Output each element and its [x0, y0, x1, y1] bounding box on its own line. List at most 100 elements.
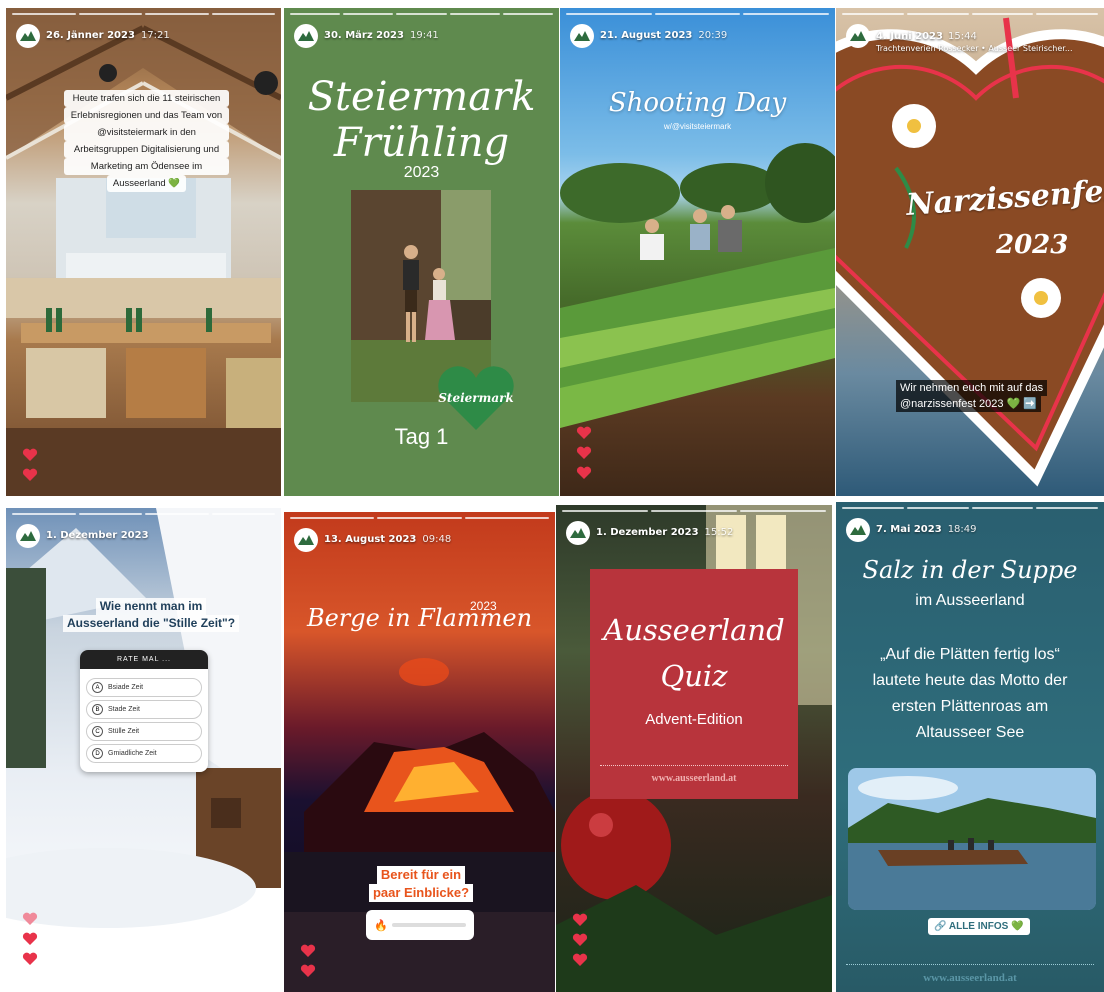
- caption-line: Heute trafen sich die 11 steirischen: [64, 90, 229, 107]
- story-date: 1. Dezember 2023: [596, 527, 699, 538]
- story-stille-zeit-quiz[interactable]: 1. Dezember 2023 Wie nennt man im Aussee…: [6, 508, 281, 992]
- quiz-options: A Bsiade Zeit B Stade Zeit C Stülle Zeit…: [80, 669, 208, 772]
- heart-icon[interactable]: [300, 944, 316, 958]
- option-text: Stülle Zeit: [108, 728, 140, 735]
- story-time: 15:44: [948, 31, 977, 42]
- ausseerland-logo-avatar[interactable]: [16, 524, 40, 548]
- option-letter: C: [92, 726, 103, 737]
- story-ausseerland-quiz[interactable]: 1. Dezember 2023 15:52 Ausseerland Quiz …: [556, 505, 832, 992]
- quiz-edition: Advent-Edition: [645, 711, 743, 728]
- ausseerland-logo-avatar[interactable]: [846, 24, 870, 48]
- like-hearts: [22, 912, 38, 966]
- story-header: 7. Mai 2023 18:49: [846, 518, 1096, 542]
- story-header: 1. Dezember 2023 15:52: [566, 521, 824, 545]
- option-text: Stade Zeit: [108, 706, 140, 713]
- story-body: „Auf die Plätten fertig los“ lautete heu…: [836, 642, 1104, 746]
- story-time: 09:48: [422, 534, 452, 545]
- question-sticker: Bereit für ein paar Einblicke?: [358, 866, 484, 902]
- story-title: Berge in Flammen: [306, 604, 533, 632]
- ausseerland-logo-avatar[interactable]: [846, 518, 870, 542]
- caption-line: Marketing am Ödensee im: [64, 158, 229, 175]
- body-line: lautete heute das Motto der: [872, 672, 1068, 689]
- body-line: ersten Plättenroas am: [891, 698, 1049, 715]
- ausseerland-logo-avatar[interactable]: [570, 24, 594, 48]
- story-subtitle: im Ausseerland: [915, 592, 1025, 609]
- story-date: 26. Jänner 2023: [46, 30, 135, 41]
- heart-icon[interactable]: [22, 448, 38, 462]
- heart-icon[interactable]: [572, 913, 588, 927]
- quiz-option-b[interactable]: B Stade Zeit: [86, 700, 202, 719]
- story-time: 18:49: [947, 524, 977, 535]
- website-url[interactable]: www.ausseerland.at: [836, 972, 1104, 984]
- garden-photo: [560, 143, 835, 428]
- story-time: 20:39: [698, 30, 728, 41]
- ausseerland-logo-avatar[interactable]: [294, 24, 318, 48]
- story-grid: 26. Jänner 2023 17:21 Heute trafen sich …: [0, 0, 1104, 992]
- link-label: 🔗 ALLE INFOS 💚: [934, 921, 1024, 932]
- quiz-option-a[interactable]: A Bsiade Zeit: [86, 678, 202, 697]
- story-shooting-day[interactable]: 21. August 2023 20:39 Shooting Day w/@vi…: [560, 8, 835, 496]
- progress-bars: [566, 13, 830, 15]
- seminar-room-image: [6, 8, 281, 496]
- website-url[interactable]: www.ausseerland.at: [590, 773, 798, 784]
- story-seminar[interactable]: 26. Jänner 2023 17:21 Heute trafen sich …: [6, 8, 281, 496]
- quiz-title: RATE MAL ...: [80, 650, 208, 669]
- story-time: 17:21: [140, 30, 170, 41]
- heart-icon[interactable]: [22, 912, 38, 926]
- quiz-option-c[interactable]: C Stülle Zeit: [86, 722, 202, 741]
- story-day-label: Tag 1: [394, 424, 449, 449]
- cookie-year: 2023: [996, 230, 1069, 260]
- question-line: Bereit für ein: [376, 866, 466, 884]
- caption-line: Ausseerland 💚: [106, 175, 187, 192]
- body-line: „Auf die Plätten fertig los“: [880, 646, 1060, 663]
- progress-bars: [842, 507, 1098, 509]
- quiz-title-line2: Quiz: [660, 659, 728, 693]
- music-label[interactable]: Trachtenverien Rossecker • Ausseer Steir…: [876, 44, 1072, 53]
- all-infos-link-sticker[interactable]: 🔗 ALLE INFOS 💚: [928, 918, 1030, 935]
- header-text: 4. Juni 2023 15:44 Trachtenverien Rossec…: [876, 24, 1072, 53]
- heart-icon[interactable]: [22, 932, 38, 946]
- slider-track[interactable]: [391, 923, 466, 927]
- like-hearts: [576, 426, 592, 480]
- story-date: 13. August 2023: [324, 534, 417, 545]
- heart-icon[interactable]: [300, 964, 316, 978]
- lake-boat-photo: [848, 768, 1096, 910]
- ausseerland-logo-avatar[interactable]: [566, 521, 590, 545]
- story-steiermark-fruehling[interactable]: 30. März 2023 19:41 Steiermark Frühling …: [284, 8, 559, 496]
- divider: [846, 964, 1094, 965]
- story-date: 30. März 2023: [324, 30, 404, 41]
- progress-bars: [12, 13, 275, 15]
- story-salz-in-der-suppe[interactable]: 7. Mai 2023 18:49 Salz in der Suppe im A…: [836, 502, 1104, 992]
- story-subtitle: w/@visitsteiermark: [663, 122, 732, 131]
- caption-line: Arbeitsgruppen Digitalisierung und: [64, 141, 229, 158]
- story-time: 19:41: [409, 30, 439, 41]
- heart-icon[interactable]: [576, 426, 592, 440]
- story-date: 1. Dezember 2023: [46, 530, 149, 541]
- heart-icon[interactable]: [576, 446, 592, 460]
- quiz-title-line1: Ausseerland: [603, 613, 785, 647]
- story-narzissenfest[interactable]: 4. Juni 2023 15:44 Trachtenverien Rossec…: [836, 8, 1104, 496]
- heart-icon[interactable]: [22, 468, 38, 482]
- like-hearts: [572, 913, 588, 967]
- story-header: 4. Juni 2023 15:44 Trachtenverien Rossec…: [846, 24, 1096, 53]
- story-berge-in-flammen[interactable]: 13. August 2023 09:48 Berge in Flammen 2…: [284, 512, 555, 992]
- story-date: 4. Juni 2023: [876, 31, 943, 42]
- heart-icon[interactable]: [572, 933, 588, 947]
- heart-icon[interactable]: [572, 953, 588, 967]
- question-line: paar Einblicke?: [368, 884, 474, 902]
- emoji-slider[interactable]: 🔥: [366, 910, 474, 940]
- quiz-question: Wie nennt man im Ausseerland die "Stille…: [46, 598, 256, 632]
- option-text: Bsiade Zeit: [108, 684, 144, 691]
- option-text: Gmiadliche Zeit: [108, 750, 157, 757]
- story-date: 7. Mai 2023: [876, 524, 942, 535]
- ausseerland-logo-avatar[interactable]: [294, 528, 318, 552]
- quiz-option-d[interactable]: D Gmiadliche Zeit: [86, 744, 202, 763]
- body-line: Altausseer See: [915, 724, 1025, 741]
- story-header: 1. Dezember 2023: [16, 524, 273, 548]
- caption-line: Wir nehmen euch mit auf das: [896, 380, 1048, 396]
- story-header: 21. August 2023 20:39: [570, 24, 827, 48]
- ausseerland-logo-avatar[interactable]: [16, 24, 40, 48]
- heart-icon[interactable]: [576, 466, 592, 480]
- story-time: 15:52: [704, 527, 734, 538]
- heart-icon[interactable]: [22, 952, 38, 966]
